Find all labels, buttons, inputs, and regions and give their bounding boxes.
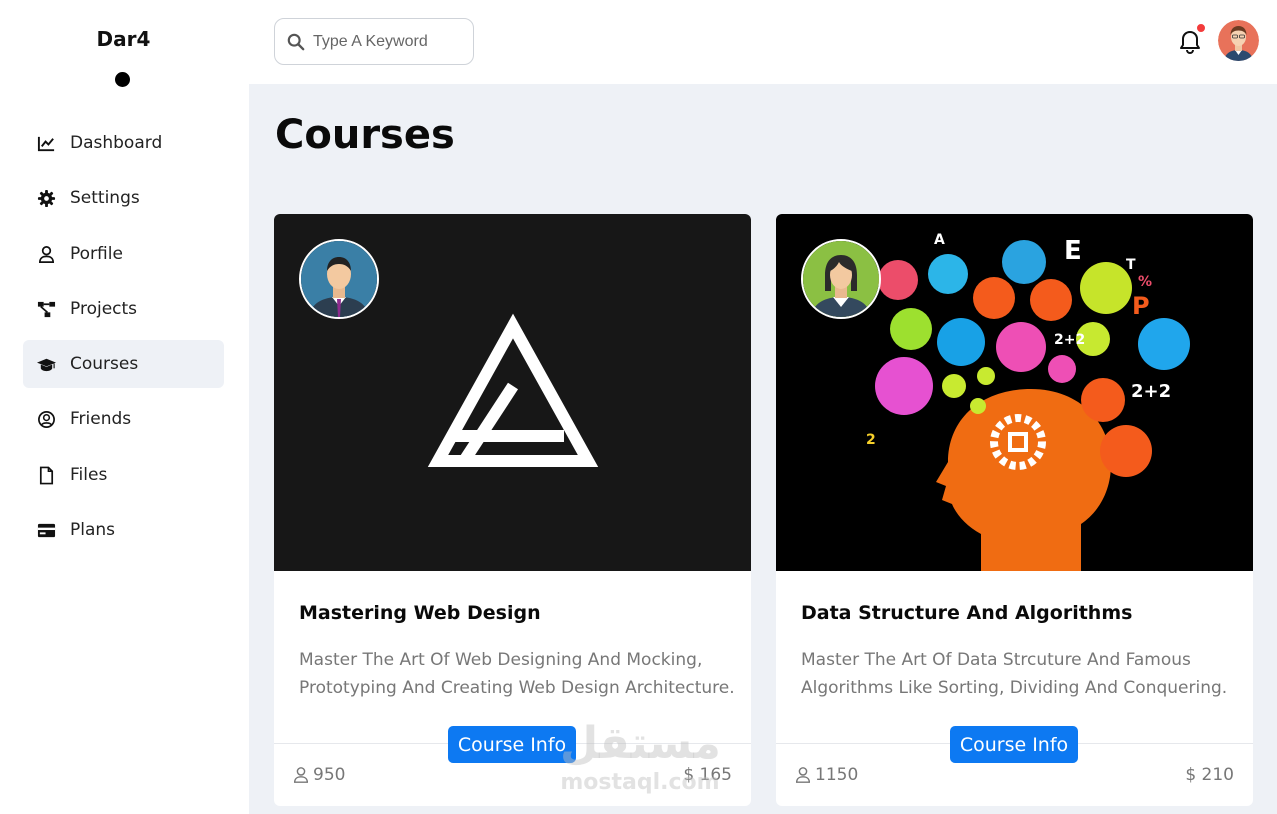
- sidebar: Dar4 Dashboard Settings Porfile Projects…: [0, 0, 249, 814]
- svg-text:2+2: 2+2: [1131, 381, 1171, 402]
- chart-line-icon: [37, 136, 55, 151]
- course-title: Data Structure And Algorithms: [801, 602, 1133, 624]
- course-info-button[interactable]: Course Info: [950, 726, 1078, 763]
- sidebar-item-label: Courses: [70, 354, 139, 374]
- brand-name: Dar4: [96, 27, 151, 51]
- course-description: Master The Art Of Web Designing And Mock…: [299, 650, 735, 698]
- instructor-avatar: [299, 239, 379, 319]
- sidebar-item-files[interactable]: Files: [23, 451, 224, 499]
- file-icon: [39, 466, 54, 484]
- students-value: 1150: [815, 765, 859, 785]
- svg-text:2: 2: [866, 432, 876, 448]
- svg-text:A: A: [934, 232, 945, 248]
- sidebar-item-label: Settings: [70, 188, 140, 208]
- user-icon: [38, 245, 55, 263]
- svg-text:P: P: [1132, 292, 1150, 320]
- search-box[interactable]: [274, 18, 474, 65]
- course-description: Master The Art Of Data Strcuture And Fam…: [801, 650, 1228, 698]
- user-avatar[interactable]: [1218, 20, 1259, 61]
- sidebar-item-courses[interactable]: Courses: [23, 340, 224, 388]
- user-circle-icon: [38, 410, 55, 428]
- user-icon: [293, 767, 309, 783]
- sidebar-item-label: Plans: [70, 520, 116, 540]
- svg-text:E: E: [1064, 236, 1082, 266]
- brand-dot: [115, 72, 130, 87]
- search-input[interactable]: [313, 32, 463, 51]
- sidebar-item-label: Friends: [70, 409, 132, 429]
- course-card: Mastering Web Design Master The Art Of W…: [274, 214, 751, 806]
- sidebar-item-dashboard[interactable]: Dashboard: [23, 119, 224, 167]
- svg-text:%: %: [1138, 274, 1152, 290]
- course-price: $ 165: [683, 765, 732, 785]
- instructor-avatar: [801, 239, 881, 319]
- credit-card-icon: [37, 523, 56, 537]
- course-card: E P 2+2 2+2 2 A T % Data Structure And A…: [776, 214, 1253, 806]
- diagram-project-icon: [37, 301, 56, 317]
- graduation-cap-icon: [37, 358, 56, 371]
- svg-text:T: T: [1126, 257, 1136, 273]
- gear-icon: [37, 189, 56, 207]
- svg-text:2+2: 2+2: [1054, 332, 1085, 348]
- course-price: $ 210: [1185, 765, 1234, 785]
- notification-badge: [1195, 22, 1207, 34]
- sidebar-item-label: Dashboard: [70, 133, 163, 153]
- page-title: Courses: [275, 112, 455, 158]
- sidebar-item-friends[interactable]: Friends: [23, 395, 224, 443]
- user-icon: [795, 767, 811, 783]
- sidebar-item-profile[interactable]: Porfile: [23, 230, 224, 278]
- top-header: [249, 0, 1277, 84]
- sidebar-item-plans[interactable]: Plans: [23, 506, 224, 554]
- sidebar-item-projects[interactable]: Projects: [23, 285, 224, 333]
- sidebar-item-label: Porfile: [70, 244, 123, 264]
- students-value: 950: [313, 765, 346, 785]
- sidebar-item-settings[interactable]: Settings: [23, 174, 224, 222]
- sidebar-item-label: Projects: [70, 299, 138, 319]
- search-icon: [287, 33, 305, 50]
- course-info-button[interactable]: Course Info: [448, 726, 576, 763]
- students-count: 950: [292, 765, 345, 785]
- course-title: Mastering Web Design: [299, 602, 541, 624]
- sidebar-item-label: Files: [70, 465, 108, 485]
- students-count: 1150: [794, 765, 858, 785]
